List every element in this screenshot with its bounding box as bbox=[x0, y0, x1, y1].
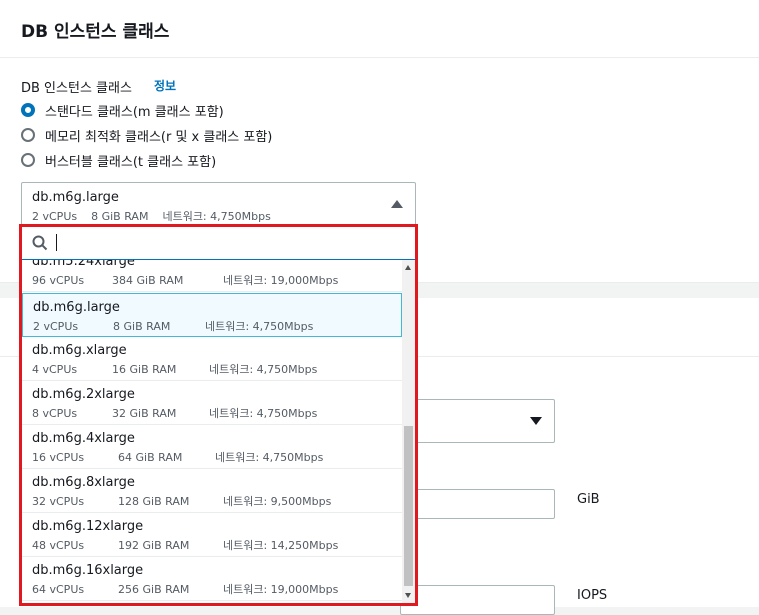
caret-up-icon bbox=[391, 200, 403, 208]
radio-button[interactable] bbox=[21, 128, 35, 142]
instance-vcpus: 48 vCPUs bbox=[32, 539, 85, 552]
instance-name: db.m6g.12xlarge bbox=[32, 519, 144, 534]
instance-meta: 2 vCPUs 8 GiB RAM 네트워크: 4,750Mbps bbox=[33, 318, 327, 334]
instance-ram: 384 GiB RAM bbox=[112, 274, 184, 287]
radio-button-checked[interactable] bbox=[21, 103, 35, 117]
instance-ram: 256 GiB RAM bbox=[118, 583, 190, 596]
iops-input[interactable] bbox=[400, 585, 555, 615]
instance-name: db.m6g.2xlarge bbox=[32, 387, 135, 402]
search-input[interactable] bbox=[55, 232, 395, 254]
instance-network: 네트워크: 4,750Mbps bbox=[205, 320, 314, 333]
instance-vcpus: 96 vCPUs bbox=[32, 274, 85, 287]
instance-meta: 16 vCPUs 64 GiB RAM 네트워크: 4,750Mbps bbox=[32, 449, 337, 465]
selected-instance-meta: 2 vCPUs 8 GiB RAM 네트워크: 4,750Mbps bbox=[32, 208, 285, 224]
instance-ram: 192 GiB RAM bbox=[118, 539, 190, 552]
field-label: DB 인스턴스 클래스 bbox=[21, 81, 132, 96]
instance-network: 네트워크: 19,000Mbps bbox=[223, 274, 339, 287]
instance-name: db.m6g.large bbox=[33, 300, 120, 315]
instance-ram: 32 GiB RAM bbox=[112, 407, 177, 420]
radio-label: 스탠다드 클래스(m 클래스 포함) bbox=[45, 104, 224, 120]
instance-list: db.m5.24xlarge 96 vCPUs 384 GiB RAM 네트워크: … bbox=[22, 260, 402, 603]
list-item[interactable]: db.m6g.16xlarge 64 vCPUs 256 GiB RAM 네트워크:… bbox=[22, 557, 402, 601]
selected-instance-name: db.m6g.large bbox=[32, 190, 119, 205]
radio-button[interactable] bbox=[21, 153, 35, 167]
instance-network: 네트워크: 4,750Mbps bbox=[209, 363, 318, 376]
radio-memory-optimized-class[interactable]: 메모리 최적화 클래스(r 및 x 클래스 포함) bbox=[21, 125, 272, 145]
storage-input[interactable] bbox=[400, 489, 555, 519]
list-item[interactable]: db.m5.24xlarge 96 vCPUs 384 GiB RAM 네트워크: … bbox=[22, 260, 402, 292]
instance-meta: 4 vCPUs 16 GiB RAM 네트워크: 4,750Mbps bbox=[32, 361, 331, 377]
selected-network: 네트워크: 4,750Mbps bbox=[162, 210, 271, 223]
instance-meta: 8 vCPUs 32 GiB RAM 네트워크: 4,750Mbps bbox=[32, 405, 331, 421]
instance-network: 네트워크: 19,000Mbps bbox=[223, 583, 339, 596]
instance-name: db.m6g.xlarge bbox=[32, 343, 127, 358]
instance-ram: 128 GiB RAM bbox=[118, 495, 190, 508]
instance-network: 네트워크: 14,250Mbps bbox=[223, 539, 339, 552]
instance-vcpus: 4 vCPUs bbox=[32, 363, 78, 376]
search-icon bbox=[32, 235, 48, 251]
scrollbar-thumb[interactable] bbox=[404, 426, 413, 586]
instance-meta: 64 vCPUs 256 GiB RAM 네트워크: 19,000Mbps bbox=[32, 581, 352, 597]
instance-name: db.m6g.8xlarge bbox=[32, 475, 135, 490]
instance-dropdown: db.m5.24xlarge 96 vCPUs 384 GiB RAM 네트워크: … bbox=[19, 224, 418, 606]
iops-unit: IOPS bbox=[577, 588, 608, 603]
list-item[interactable]: db.m6g.2xlarge 8 vCPUs 32 GiB RAM 네트워크: 4,… bbox=[22, 381, 402, 425]
list-item-selected[interactable]: db.m6g.large 2 vCPUs 8 GiB RAM 네트워크: 4,750… bbox=[22, 293, 402, 337]
instance-name: db.m6g.4xlarge bbox=[32, 431, 135, 446]
instance-name: db.m6g.16xlarge bbox=[32, 563, 144, 578]
instance-vcpus: 32 vCPUs bbox=[32, 495, 85, 508]
radio-label: 메모리 최적화 클래스(r 및 x 클래스 포함) bbox=[45, 129, 273, 145]
instance-ram: 64 GiB RAM bbox=[118, 451, 183, 464]
instance-meta: 96 vCPUs 384 GiB RAM 네트워크: 19,000Mbps bbox=[32, 272, 352, 288]
scroll-up-arrow-icon[interactable] bbox=[405, 265, 411, 270]
storage-unit: GiB bbox=[577, 492, 600, 507]
list-item[interactable]: db.m6g.xlarge 4 vCPUs 16 GiB RAM 네트워크: 4,7… bbox=[22, 337, 402, 381]
instance-class-select[interactable]: db.m6g.large 2 vCPUs 8 GiB RAM 네트워크: 4,750… bbox=[21, 182, 416, 226]
instance-network: 네트워크: 4,750Mbps bbox=[215, 451, 324, 464]
section-title: DB 인스턴스 클래스 bbox=[21, 22, 170, 42]
info-link[interactable]: 정보 bbox=[154, 77, 176, 94]
radio-label: 버스터블 클래스(t 클래스 포함) bbox=[45, 154, 217, 170]
background-select[interactable] bbox=[400, 399, 555, 443]
instance-vcpus: 16 vCPUs bbox=[32, 451, 85, 464]
instance-meta: 32 vCPUs 128 GiB RAM 네트워크: 9,500Mbps bbox=[32, 493, 345, 509]
radio-burstable-class[interactable]: 버스터블 클래스(t 클래스 포함) bbox=[21, 150, 216, 170]
selected-ram: 8 GiB RAM bbox=[91, 210, 149, 223]
instance-ram: 8 GiB RAM bbox=[113, 320, 171, 333]
instance-ram: 16 GiB RAM bbox=[112, 363, 177, 376]
list-item[interactable]: db.m6g.12xlarge 48 vCPUs 192 GiB RAM 네트워크:… bbox=[22, 513, 402, 557]
list-scrollbar[interactable] bbox=[402, 260, 415, 603]
instance-vcpus: 2 vCPUs bbox=[33, 320, 79, 333]
instance-vcpus: 8 vCPUs bbox=[32, 407, 78, 420]
list-item[interactable]: db.m6g.8xlarge 32 vCPUs 128 GiB RAM 네트워크: … bbox=[22, 469, 402, 513]
instance-network: 네트워크: 4,750Mbps bbox=[209, 407, 318, 420]
scroll-down-arrow-icon[interactable] bbox=[405, 593, 411, 598]
selected-vcpus: 2 vCPUs bbox=[32, 210, 78, 223]
list-item[interactable]: db.m6g.4xlarge 16 vCPUs 64 GiB RAM 네트워크: 4… bbox=[22, 425, 402, 469]
text-cursor bbox=[56, 234, 57, 251]
caret-down-icon bbox=[530, 417, 542, 425]
radio-standard-class[interactable]: 스탠다드 클래스(m 클래스 포함) bbox=[21, 100, 224, 120]
instance-name: db.m5.24xlarge bbox=[32, 260, 135, 269]
search-row bbox=[22, 227, 415, 260]
instance-network: 네트워크: 9,500Mbps bbox=[223, 495, 332, 508]
instance-meta: 48 vCPUs 192 GiB RAM 네트워크: 14,250Mbps bbox=[32, 537, 352, 553]
instance-vcpus: 64 vCPUs bbox=[32, 583, 85, 596]
